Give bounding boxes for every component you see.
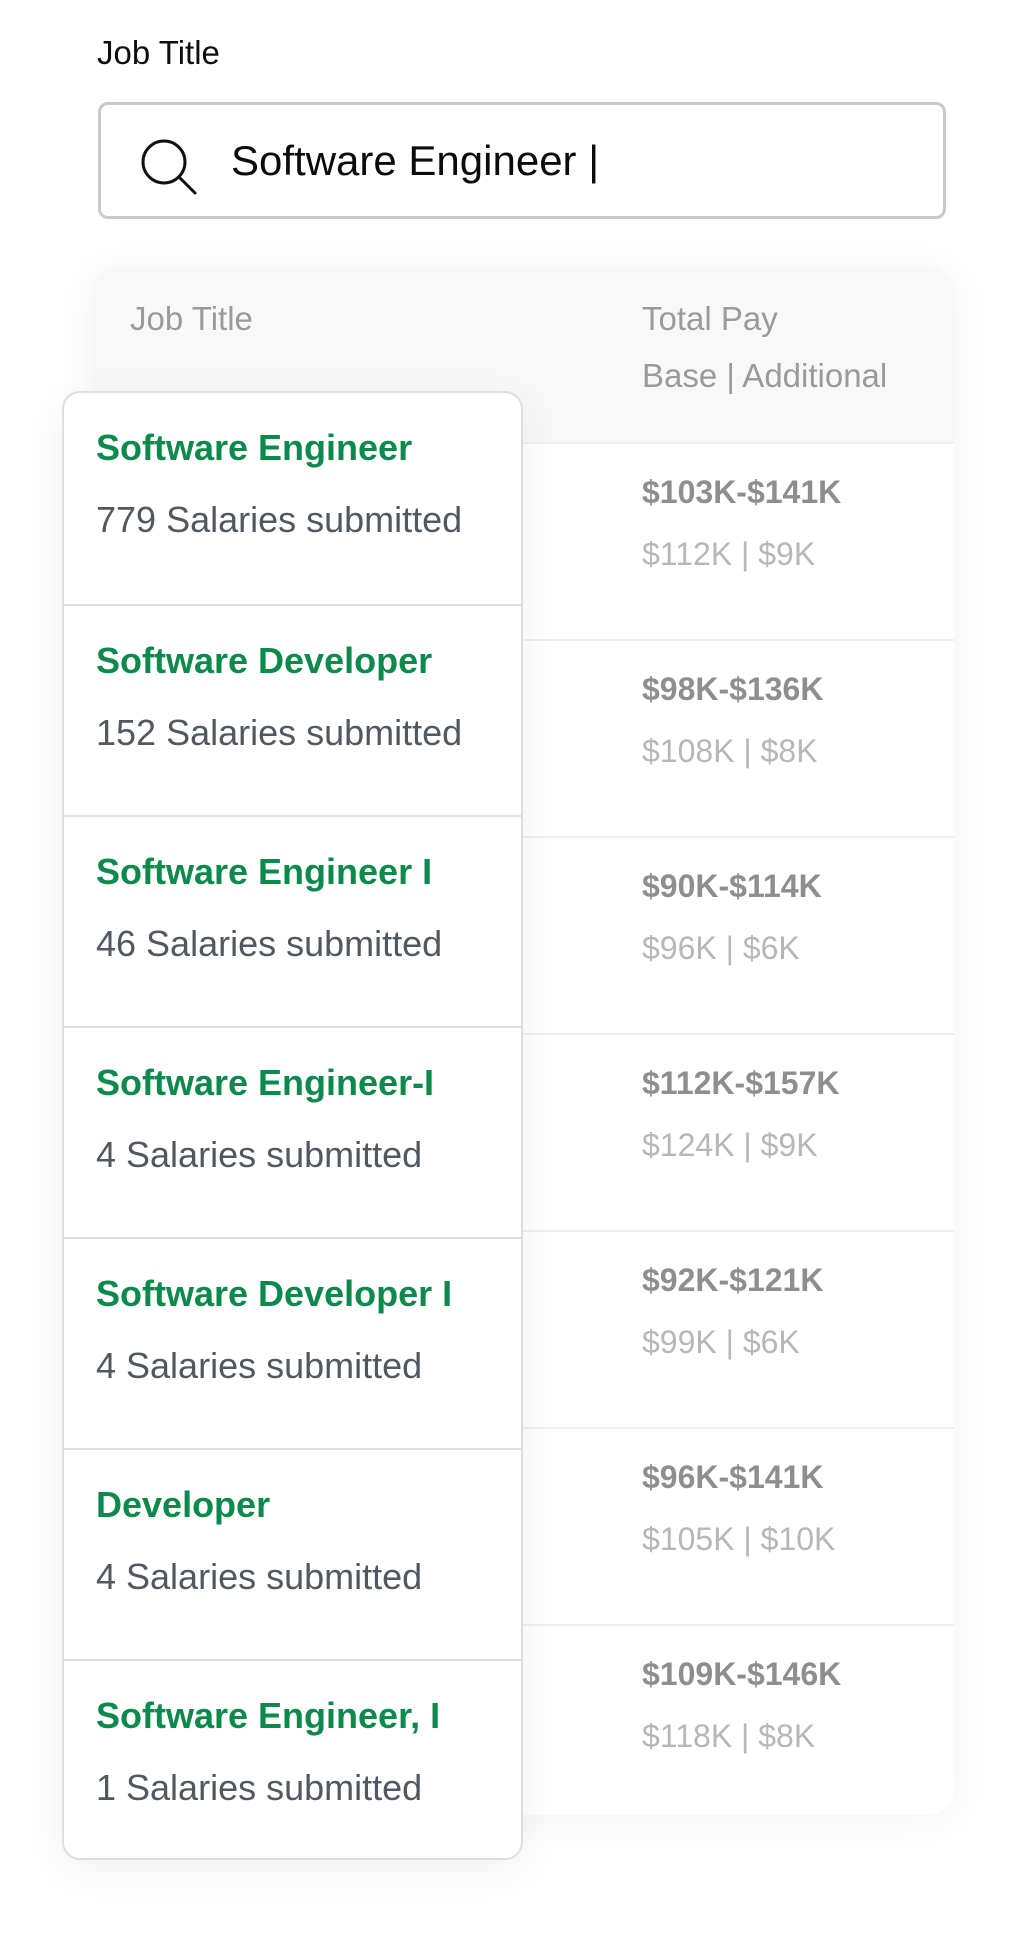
pay-range: $90K-$114K bbox=[642, 868, 822, 904]
job-title-suggestions-dropdown: Software Engineer 779 Salaries submitted… bbox=[62, 391, 523, 1860]
pay-split: $112K | $9K bbox=[642, 536, 816, 572]
pay-split: $99K | $6K bbox=[642, 1324, 800, 1360]
job-title-label: Job Title bbox=[97, 34, 220, 71]
pay-range: $112K-$157K bbox=[642, 1065, 840, 1101]
suggestion-title: Software Engineer-I bbox=[96, 1062, 435, 1103]
pay-split: $118K | $8K bbox=[642, 1718, 816, 1754]
suggestion-option[interactable]: Software Engineer I 46 Salaries submitte… bbox=[64, 815, 521, 1026]
job-title-search-input[interactable]: Software Engineer | bbox=[98, 102, 946, 219]
pay-range: $103K-$141K bbox=[642, 474, 842, 510]
suggestion-title: Software Engineer, I bbox=[96, 1695, 441, 1736]
suggestion-option[interactable]: Software Engineer, I 1 Salaries submitte… bbox=[64, 1659, 521, 1858]
column-header-job-title: Job Title bbox=[130, 300, 253, 337]
pay-split: $124K | $9K bbox=[642, 1127, 818, 1163]
column-header-total-pay: Total Pay Base | Additional bbox=[642, 297, 887, 411]
suggestion-count: 4 Salaries submitted bbox=[96, 1556, 423, 1597]
suggestion-option[interactable]: Software Engineer 779 Salaries submitted bbox=[64, 393, 521, 604]
suggestion-option[interactable]: Software Developer I 4 Salaries submitte… bbox=[64, 1237, 521, 1448]
search-input-value[interactable]: Software Engineer | bbox=[231, 105, 599, 216]
suggestion-count: 779 Salaries submitted bbox=[96, 499, 463, 540]
search-icon bbox=[141, 139, 197, 195]
pay-range: $98K-$136K bbox=[642, 671, 824, 707]
suggestion-option[interactable]: Developer 4 Salaries submitted bbox=[64, 1448, 521, 1659]
pay-range: $92K-$121K bbox=[642, 1262, 824, 1298]
pay-split: $96K | $6K bbox=[642, 930, 800, 966]
suggestion-title: Developer bbox=[96, 1484, 271, 1525]
pay-split: $105K | $10K bbox=[642, 1521, 836, 1557]
suggestion-count: 4 Salaries submitted bbox=[96, 1345, 423, 1386]
suggestion-count: 152 Salaries submitted bbox=[96, 712, 463, 753]
pay-split: $108K | $8K bbox=[642, 733, 818, 769]
base-additional-label: Base | Additional bbox=[642, 357, 888, 394]
pay-range: $109K-$146K bbox=[642, 1656, 842, 1692]
suggestion-count: 4 Salaries submitted bbox=[96, 1134, 423, 1175]
total-pay-label: Total Pay bbox=[642, 300, 778, 337]
suggestion-title: Software Developer bbox=[96, 640, 433, 681]
suggestion-option[interactable]: Software Developer 152 Salaries submitte… bbox=[64, 604, 521, 815]
suggestion-option[interactable]: Software Engineer-I 4 Salaries submitted bbox=[64, 1026, 521, 1237]
suggestion-count: 1 Salaries submitted bbox=[96, 1767, 423, 1808]
suggestion-title: Software Engineer bbox=[96, 427, 413, 468]
suggestion-title: Software Engineer I bbox=[96, 851, 433, 892]
suggestion-count: 46 Salaries submitted bbox=[96, 923, 443, 964]
suggestion-title: Software Developer I bbox=[96, 1273, 453, 1314]
pay-range: $96K-$141K bbox=[642, 1459, 824, 1495]
